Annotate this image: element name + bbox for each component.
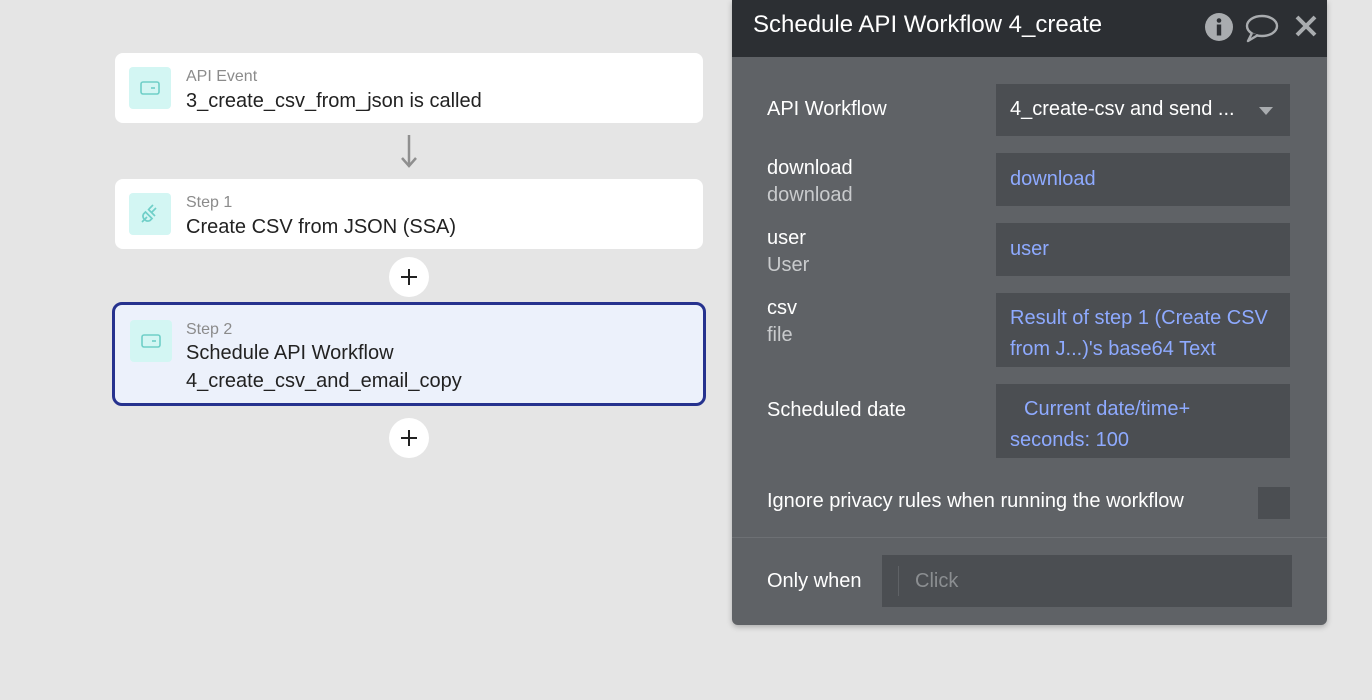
close-icon[interactable]	[1293, 13, 1319, 39]
param-csv-type: file	[767, 324, 793, 346]
info-icon[interactable]	[1204, 12, 1234, 42]
scheduled-date-label: Scheduled date	[767, 399, 907, 421]
param-user-field[interactable]: user	[996, 223, 1290, 276]
step-2-title-line-1: Schedule API Workflow	[186, 342, 394, 364]
scheduled-date-field[interactable]: Current date/time+ seconds: 100	[996, 384, 1290, 458]
panel-title: Schedule API Workflow 4_create	[753, 11, 1103, 38]
param-csv-value-line-2: from J...)'s base64 Text	[1010, 338, 1216, 360]
step-2-kind-label: Step 2	[186, 321, 233, 338]
step-2-card-selected[interactable]: Step 2 Schedule API Workflow 4_create_cs…	[112, 302, 706, 406]
param-user-type: User	[767, 254, 810, 276]
scheduled-date-value-line-1: Current date/time+	[1024, 398, 1191, 420]
param-user-name: user	[767, 227, 806, 249]
scheduled-date-value-line-2: seconds: 100	[1010, 429, 1129, 451]
comment-icon[interactable]	[1244, 13, 1280, 43]
down-arrow-icon	[401, 135, 417, 168]
param-download-field[interactable]: download	[996, 153, 1290, 206]
event-title: 3_create_csv_from_json is called	[186, 90, 482, 112]
param-download-type: download	[767, 184, 853, 206]
ignore-privacy-checkbox[interactable]	[1258, 487, 1290, 519]
param-user-value: user	[1010, 238, 1049, 260]
ignore-privacy-label: Ignore privacy rules when running the wo…	[767, 490, 1184, 512]
property-editor-panel: Schedule API Workflow 4_create API Workf…	[732, 0, 1327, 625]
api-workflow-label: API Workflow	[767, 98, 887, 120]
param-download-value: download	[1010, 168, 1096, 190]
plugin-icon	[129, 193, 171, 235]
api-event-icon	[129, 67, 171, 109]
api-workflow-dropdown[interactable]: 4_create-csv and send ...	[996, 84, 1290, 136]
step-1-card[interactable]: Step 1 Create CSV from JSON (SSA)	[115, 179, 703, 249]
plus-icon	[401, 430, 417, 446]
only-when-field[interactable]: Click	[882, 555, 1292, 607]
api-event-card[interactable]: API Event 3_create_csv_from_json is call…	[115, 53, 703, 123]
step-1-title: Create CSV from JSON (SSA)	[186, 216, 457, 238]
only-when-label: Only when	[767, 570, 862, 592]
panel-header: Schedule API Workflow 4_create	[732, 0, 1327, 57]
only-when-placeholder: Click	[898, 566, 974, 596]
plus-icon	[401, 269, 417, 285]
step-1-kind-label: Step 1	[186, 194, 233, 211]
api-workflow-icon	[130, 320, 172, 362]
add-step-button[interactable]	[389, 257, 429, 297]
param-csv-field[interactable]: Result of step 1 (Create CSV from J...)'…	[996, 293, 1290, 367]
divider	[732, 537, 1327, 538]
step-2-title-line-2: 4_create_csv_and_email_copy	[186, 370, 462, 392]
add-step-button[interactable]	[389, 418, 429, 458]
param-csv-name: csv	[767, 297, 797, 319]
event-kind-label: API Event	[186, 68, 258, 85]
api-workflow-value: 4_create-csv and send ...	[1010, 98, 1235, 120]
param-download-name: download	[767, 157, 853, 179]
step-2-title: Schedule API Workflow 4_create_csv_and_e…	[186, 339, 462, 395]
chevron-down-icon	[1259, 107, 1273, 115]
param-csv-value-line-1: Result of step 1 (Create CSV	[1010, 307, 1268, 329]
